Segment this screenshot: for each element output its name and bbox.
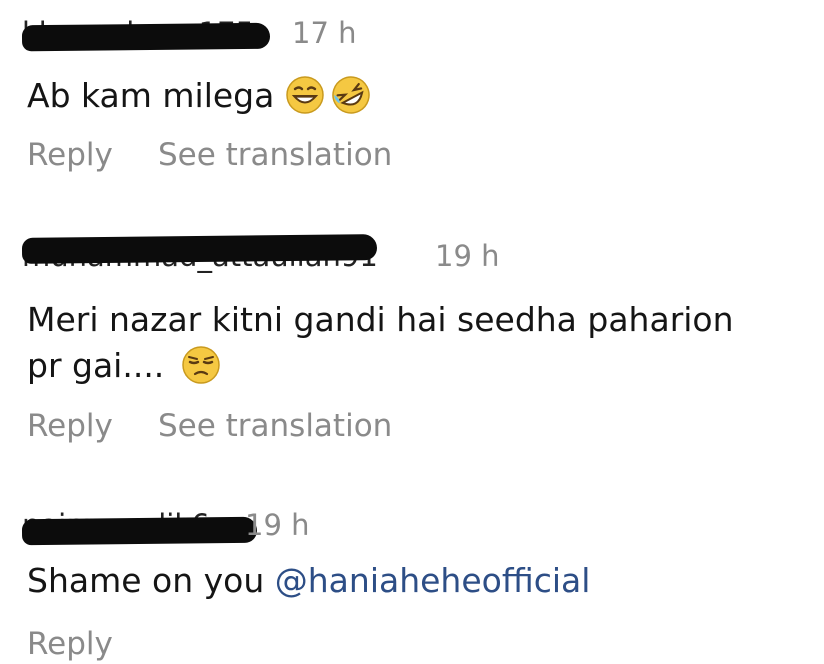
comment-actions: Reply See translation [27, 135, 392, 175]
unamused-face-emoji [182, 346, 220, 384]
comment-timestamp: 17 h [292, 16, 357, 50]
comment-text-body: Ab kam milega [27, 76, 275, 115]
comment-actions: Reply [27, 624, 113, 664]
see-translation-button[interactable]: See translation [158, 406, 392, 446]
grinning-squinting-face-emoji [286, 76, 324, 114]
comment-actions: Reply See translation [27, 406, 392, 446]
comment-text-line-body: pr gai.... [27, 346, 165, 385]
comment-text-line: Meri nazar kitni gandi hai seedha pahari… [27, 300, 734, 339]
comment-timestamp: 19 h [435, 239, 500, 273]
mention-link[interactable]: @haniaheheofficial [275, 561, 591, 600]
redaction-mark [21, 516, 258, 546]
comment-text-body: Shame on you [27, 561, 265, 600]
reply-button[interactable]: Reply [27, 624, 113, 664]
comment-text: Ab kam milega [27, 73, 371, 119]
comment-timestamp: 19 h [245, 508, 310, 542]
comment-text-line-2: pr gai.... [27, 343, 734, 389]
comment-text: Shame on you @haniaheheofficial [27, 558, 590, 604]
see-translation-button[interactable]: See translation [158, 135, 392, 175]
reply-button[interactable]: Reply [27, 406, 113, 446]
redaction-mark [21, 234, 378, 264]
rolling-on-floor-laughing-emoji [332, 76, 371, 114]
reply-button[interactable]: Reply [27, 135, 113, 175]
redaction-mark [21, 22, 271, 52]
comment-text: Meri nazar kitni gandi hai seedha pahari… [27, 297, 734, 389]
